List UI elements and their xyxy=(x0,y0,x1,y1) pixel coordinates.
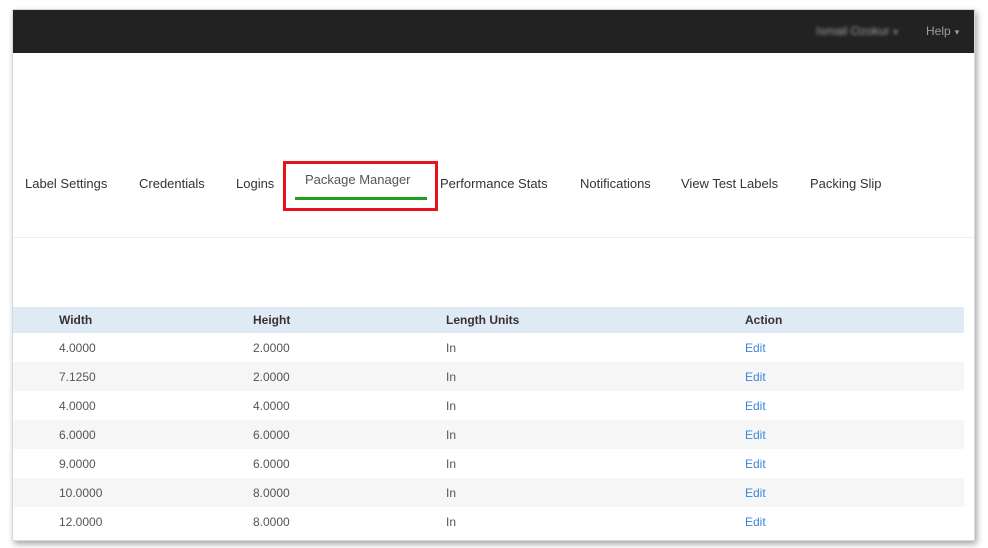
tab-package-manager[interactable]: Package Manager xyxy=(283,161,438,211)
cell-length-units: In xyxy=(446,369,457,384)
edit-link[interactable]: Edit xyxy=(745,399,766,413)
package-table: Width Height Length Units Action 4.0000 … xyxy=(13,307,964,536)
help-label: Help xyxy=(926,24,951,38)
tab-package-manager-label: Package Manager xyxy=(305,172,411,187)
cell-width: 4.0000 xyxy=(59,398,96,413)
user-menu[interactable]: Ismail Ozokur ▾ xyxy=(816,24,898,38)
edit-link[interactable]: Edit xyxy=(745,457,766,471)
cell-height: 4.0000 xyxy=(253,398,290,413)
cell-height: 8.0000 xyxy=(253,485,290,500)
user-name: Ismail Ozokur xyxy=(816,24,890,38)
settings-tabs: Label Settings Credentials Logins Packag… xyxy=(13,158,974,238)
cell-height: 2.0000 xyxy=(253,369,290,384)
cell-length-units: In xyxy=(446,398,457,413)
column-header-length-units: Length Units xyxy=(446,313,520,327)
chevron-down-icon: ▾ xyxy=(954,27,960,37)
table-row: 10.0000 8.0000 In Edit xyxy=(13,478,964,507)
column-header-width: Width xyxy=(59,313,93,327)
edit-link[interactable]: Edit xyxy=(745,428,766,442)
cell-width: 10.0000 xyxy=(59,485,103,500)
tab-notifications[interactable]: Notifications xyxy=(580,176,651,191)
cell-length-units: In xyxy=(446,514,457,529)
table-header: Width Height Length Units Action xyxy=(13,307,964,333)
edit-link[interactable]: Edit xyxy=(745,486,766,500)
table-row: 12.0000 8.0000 In Edit xyxy=(13,507,964,536)
cell-height: 6.0000 xyxy=(253,456,290,471)
cell-width: 4.0000 xyxy=(59,340,96,355)
table-row: 6.0000 6.0000 In Edit xyxy=(13,420,964,449)
column-header-height: Height xyxy=(253,313,291,327)
app-window: Ismail Ozokur ▾ Help ▾ Label Settings Cred… xyxy=(12,9,975,541)
tab-view-test-labels[interactable]: View Test Labels xyxy=(681,176,778,191)
tab-label-settings[interactable]: Label Settings xyxy=(25,176,107,191)
edit-link[interactable]: Edit xyxy=(745,341,766,355)
edit-link[interactable]: Edit xyxy=(745,370,766,384)
help-menu[interactable]: Help ▾ xyxy=(926,24,959,38)
cell-height: 6.0000 xyxy=(253,427,290,442)
top-navbar: Ismail Ozokur ▾ Help ▾ xyxy=(13,10,974,53)
table-row: 7.1250 2.0000 In Edit xyxy=(13,362,964,391)
cell-height: 8.0000 xyxy=(253,514,290,529)
tab-logins[interactable]: Logins xyxy=(236,176,274,191)
cell-length-units: In xyxy=(446,485,457,500)
cell-width: 9.0000 xyxy=(59,456,96,471)
table-row: 9.0000 6.0000 In Edit xyxy=(13,449,964,478)
cell-length-units: In xyxy=(446,427,457,442)
cell-width: 12.0000 xyxy=(59,514,103,529)
edit-link[interactable]: Edit xyxy=(745,515,766,529)
active-tab-underline xyxy=(295,197,427,200)
column-header-action: Action xyxy=(745,313,783,327)
chevron-down-icon: ▾ xyxy=(893,27,898,37)
table-row: 4.0000 2.0000 In Edit xyxy=(13,333,964,362)
table-row: 4.0000 4.0000 In Edit xyxy=(13,391,964,420)
cell-width: 6.0000 xyxy=(59,427,96,442)
tab-packing-slip[interactable]: Packing Slip xyxy=(810,176,882,191)
tab-credentials[interactable]: Credentials xyxy=(139,176,205,191)
cell-length-units: In xyxy=(446,456,457,471)
cell-height: 2.0000 xyxy=(253,340,290,355)
tab-performance-stats[interactable]: Performance Stats xyxy=(440,176,548,191)
cell-width: 7.1250 xyxy=(59,369,96,384)
cell-length-units: In xyxy=(446,340,457,355)
